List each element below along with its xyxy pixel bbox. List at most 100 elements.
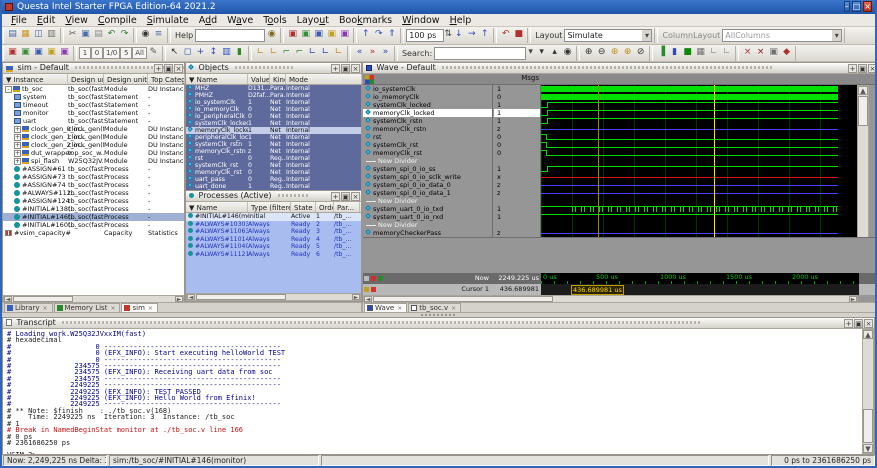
cursor-track[interactable]: 436.689981 us: [541, 284, 859, 295]
tab-memory-list[interactable]: Memory List×: [54, 303, 121, 313]
save-icon[interactable]: ◫: [32, 28, 45, 41]
columnlayout-combo[interactable]: AllColumns▾: [722, 29, 842, 42]
process-row-ALWAYS11040[interactable]: #ALWAYS#11040AlwaysReady5/tb_...: [186, 243, 361, 251]
step-icon[interactable]: ↓: [452, 28, 465, 41]
processes-col-3[interactable]: Order: [316, 202, 334, 212]
layout-2-icon[interactable]: ▣: [19, 46, 32, 59]
object-row-io_peripheralClk[interactable]: io_peripheralClk0NetInternal: [186, 113, 361, 120]
object-row-systemClk_locked[interactable]: systemClk_locked1NetInternal: [186, 120, 361, 127]
wave-divider[interactable]: New Divider: [363, 221, 492, 229]
simulate-icon[interactable]: ▣: [312, 28, 325, 41]
force-1-button[interactable]: 1: [79, 47, 91, 59]
break-icon[interactable]: ▣: [325, 28, 338, 41]
select-cursor-icon[interactable]: ↖: [168, 46, 181, 59]
prev-edge-icon[interactable]: ⌐: [280, 46, 293, 59]
paste-icon[interactable]: ▤: [92, 28, 105, 41]
tree-row-dut_wrapper[interactable]: +dut_wrappertop_soc_w...ModuleDU Instanc…: [3, 149, 184, 157]
objects-col-0[interactable]: ▼ Name: [186, 74, 248, 84]
wave-signal-system_spi_0_io_ss[interactable]: system_spi_0_io_ss: [363, 165, 492, 173]
run-all-icon[interactable]: ⇑: [385, 28, 398, 41]
transcript-body[interactable]: # Loading work.W25Q32JVxxIM(fast)# hexad…: [4, 329, 862, 454]
cursor2-line[interactable]: [714, 85, 715, 237]
expander-icon[interactable]: -: [5, 86, 12, 93]
help-search-input[interactable]: [195, 29, 265, 42]
traffic-light-icon[interactable]: ▮: [233, 46, 246, 59]
wave-vscroll-thumb[interactable]: [858, 96, 868, 126]
expander-icon[interactable]: +: [14, 158, 21, 165]
object-row-rst[interactable]: rst0Reg...Internal: [186, 155, 361, 162]
tree-row-monitor[interactable]: monitortb_soc(fast)Statement-: [3, 109, 184, 117]
tree-row-INITIAL138[interactable]: #INITIAL#138(...tb_soc(fast)Process-: [3, 205, 184, 213]
transcript-header[interactable]: Transcript +▣×: [3, 318, 874, 329]
maximize-panel-icon[interactable]: ▣: [858, 64, 867, 73]
tree-row-tb_soc[interactable]: -tb_soctb_soc(fast)ModuleDU Instance: [3, 85, 184, 93]
scroll-up-icon[interactable]: ▲: [858, 86, 868, 95]
tab-tb-soc-v[interactable]: tb_soc.v×: [408, 303, 461, 313]
wave-signal-memoryClk_rstn[interactable]: memoryClk_rstn: [363, 125, 492, 133]
wave-signal-memoryCheckerPass[interactable]: memoryCheckerPass: [363, 229, 492, 237]
tree-row-ALWAYS112[interactable]: #ALWAYS#112...tb_soc(fast)Process-: [3, 189, 184, 197]
dock-icon[interactable]: +: [848, 64, 857, 73]
objects-panel-grip[interactable]: [235, 66, 295, 69]
processes-col-0[interactable]: ▼ Name: [186, 202, 248, 212]
object-row-systemClk_rstn[interactable]: systemClk_rstn1NetInternal: [186, 141, 361, 148]
tab-close-icon[interactable]: ×: [451, 305, 456, 312]
tree-row-ASSIGN74[interactable]: #ASSIGN#74tb_soc(fast)Process-: [3, 181, 184, 189]
expander-icon[interactable]: +: [14, 126, 21, 133]
dock-icon[interactable]: +: [331, 192, 340, 201]
grid-toggle-icon[interactable]: ▐: [655, 46, 668, 59]
step-over-icon[interactable]: →: [465, 28, 478, 41]
processes-hscrollbar[interactable]: ◄ ►: [186, 293, 361, 301]
menu-compile[interactable]: Compile: [93, 15, 142, 26]
objects-col-3[interactable]: Mode: [286, 74, 362, 84]
tab-sim[interactable]: sim×: [121, 303, 157, 313]
title-bar[interactable]: Questa Intel Starter FPGA Edition-64 202…: [2, 0, 875, 14]
last-transition-icon[interactable]: »: [379, 46, 392, 59]
wave-signal-systemClk_locked[interactable]: systemClk_locked: [363, 101, 492, 109]
menu-tools[interactable]: Tools: [258, 15, 291, 26]
layout-1-icon[interactable]: ▣: [6, 46, 19, 59]
menu-wave[interactable]: Wave: [222, 15, 258, 26]
menu-simulate[interactable]: Simulate: [142, 15, 194, 26]
tree-row-INITIAL160[interactable]: #INITIAL#160(...tb_soc(fast)Process-: [3, 221, 184, 229]
object-row-uart_pass[interactable]: uart_pass0Reg...Internal: [186, 176, 361, 183]
open-folder-icon[interactable]: ▦: [19, 28, 32, 41]
sim-panel-header[interactable]: sim - Default +▣×: [3, 63, 184, 74]
object-row-MHZ[interactable]: MHZD131...Para...Internal: [186, 85, 361, 92]
timeline-ruler[interactable]: 0 us500 us1000 us1500 us2000 us: [541, 273, 859, 284]
wave-signal-io_memoryClk[interactable]: io_memoryClk: [363, 93, 492, 101]
force-0-button[interactable]: 0: [91, 47, 103, 59]
compile-all-icon[interactable]: ▣: [299, 28, 312, 41]
zoom-full-icon[interactable]: ⊕: [608, 46, 621, 59]
prev-transition-icon[interactable]: «: [353, 46, 366, 59]
expander-icon[interactable]: +: [14, 142, 21, 149]
wave-signal-system_spi_0_io_data_1[interactable]: system_spi_0_io_data_1: [363, 189, 492, 197]
menu-view[interactable]: View: [60, 15, 93, 26]
objects-panel-header[interactable]: Objects +▣×: [186, 63, 361, 74]
dock-icon[interactable]: +: [844, 319, 853, 328]
tab-library[interactable]: Library×: [4, 303, 53, 313]
compile-icon[interactable]: ▣: [286, 28, 299, 41]
close-panel-icon[interactable]: ×: [868, 64, 877, 73]
wave-panel-header[interactable]: Wave - Default +▣×: [363, 63, 877, 74]
find-icon[interactable]: ◉: [139, 28, 152, 41]
redo-icon[interactable]: ↷: [118, 28, 131, 41]
ungroup-toggle-icon[interactable]: ▦: [694, 46, 707, 59]
layout-combo-arrow[interactable]: ▾: [642, 30, 651, 41]
cursor1-label[interactable]: Cursor 1: [363, 284, 493, 295]
close-panel-icon[interactable]: ×: [351, 64, 360, 73]
minimize-button[interactable]: –: [844, 1, 850, 12]
object-row-io_memoryClk[interactable]: io_memoryClk0NetInternal: [186, 106, 361, 113]
close-panel-icon[interactable]: ×: [174, 64, 183, 73]
wave-signal-system_uart_0_io_rxd[interactable]: system_uart_0_io_rxd: [363, 213, 492, 221]
tree-row-clock_gen_0_in[interactable]: +clock_gen_0_in...clock_gen(f...ModuleDU…: [3, 125, 184, 133]
run-icon[interactable]: ↑: [359, 28, 372, 41]
object-row-io_systemClk[interactable]: io_systemClk1NetInternal: [186, 99, 361, 106]
restart-icon[interactable]: ↶: [499, 28, 512, 41]
tree-row-timeout[interactable]: timeouttb_soc(fast)Statement-: [3, 101, 184, 109]
tab-close-icon[interactable]: ×: [42, 305, 47, 312]
print-icon[interactable]: ▥: [45, 28, 58, 41]
zoom-in-icon[interactable]: ⊕: [582, 46, 595, 59]
columns-mode-icon[interactable]: ▥: [220, 46, 233, 59]
expander-icon[interactable]: +: [14, 134, 21, 141]
